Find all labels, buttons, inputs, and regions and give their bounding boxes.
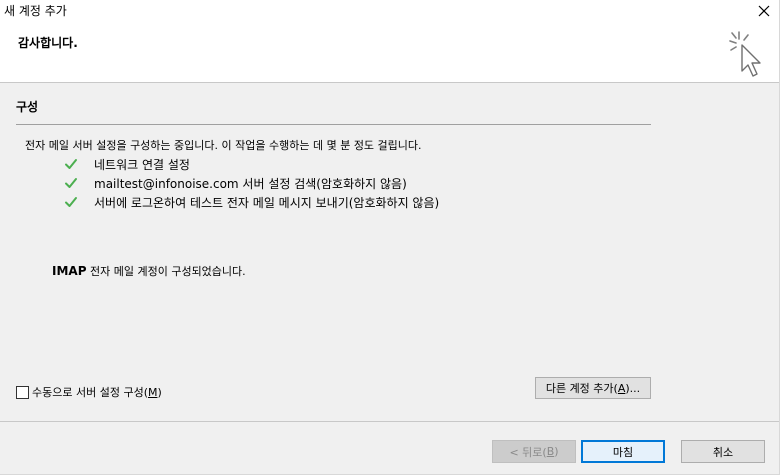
step-label: 서버에 로그온하여 테스트 전자 메일 메시지 보내기(암호화하지 않음): [94, 195, 440, 210]
step-label: mailtest@infonoise.com 서버 설정 검색(암호화하지 않음…: [94, 176, 407, 191]
manual-config-label: 수동으로 서버 설정 구성(M): [32, 386, 162, 399]
checkmark-icon: [65, 197, 77, 207]
manual-config-option[interactable]: 수동으로 서버 설정 구성(M): [16, 384, 162, 400]
step-label: 네트워크 연결 설정: [94, 157, 190, 172]
header-title: 감사합니다.: [18, 36, 78, 50]
manual-config-checkbox[interactable]: [16, 385, 29, 399]
close-button[interactable]: [751, 0, 777, 22]
status-message: 전자 메일 서버 설정을 구성하는 중입니다. 이 작업을 수행하는 데 몇 분…: [25, 139, 422, 152]
step-item: 네트워크 연결 설정: [64, 155, 190, 173]
title-bar: 새 계정 추가: [0, 0, 779, 22]
cancel-button[interactable]: 취소: [681, 440, 765, 463]
result-protocol: IMAP: [52, 264, 87, 278]
checkmark-icon: [65, 178, 77, 188]
window-title: 새 계정 추가: [4, 4, 67, 18]
section-divider: [16, 124, 651, 125]
close-icon: [758, 5, 770, 17]
wizard-header: 감사합니다.: [0, 22, 779, 83]
add-another-account-button[interactable]: 다른 계정 추가(A)...: [535, 377, 651, 399]
result-message: IMAP 전자 메일 계정이 구성되었습니다.: [52, 263, 246, 279]
step-item: mailtest@infonoise.com 서버 설정 검색(암호화하지 않음…: [64, 174, 407, 192]
finish-button[interactable]: 마침: [581, 440, 665, 463]
result-text: 전자 메일 계정이 구성되었습니다.: [86, 265, 246, 278]
click-cursor-icon: [729, 31, 761, 77]
back-button[interactable]: < 뒤로(B): [492, 440, 576, 463]
checkmark-icon: [65, 159, 77, 169]
step-item: 서버에 로그온하여 테스트 전자 메일 메시지 보내기(암호화하지 않음): [64, 193, 439, 211]
footer-divider: [0, 421, 779, 422]
section-title: 구성: [16, 100, 39, 114]
dialog-window: 새 계정 추가 감사합니다. 구성 전자 메일 서버 설정을 구성하는 중입니다…: [0, 0, 780, 475]
